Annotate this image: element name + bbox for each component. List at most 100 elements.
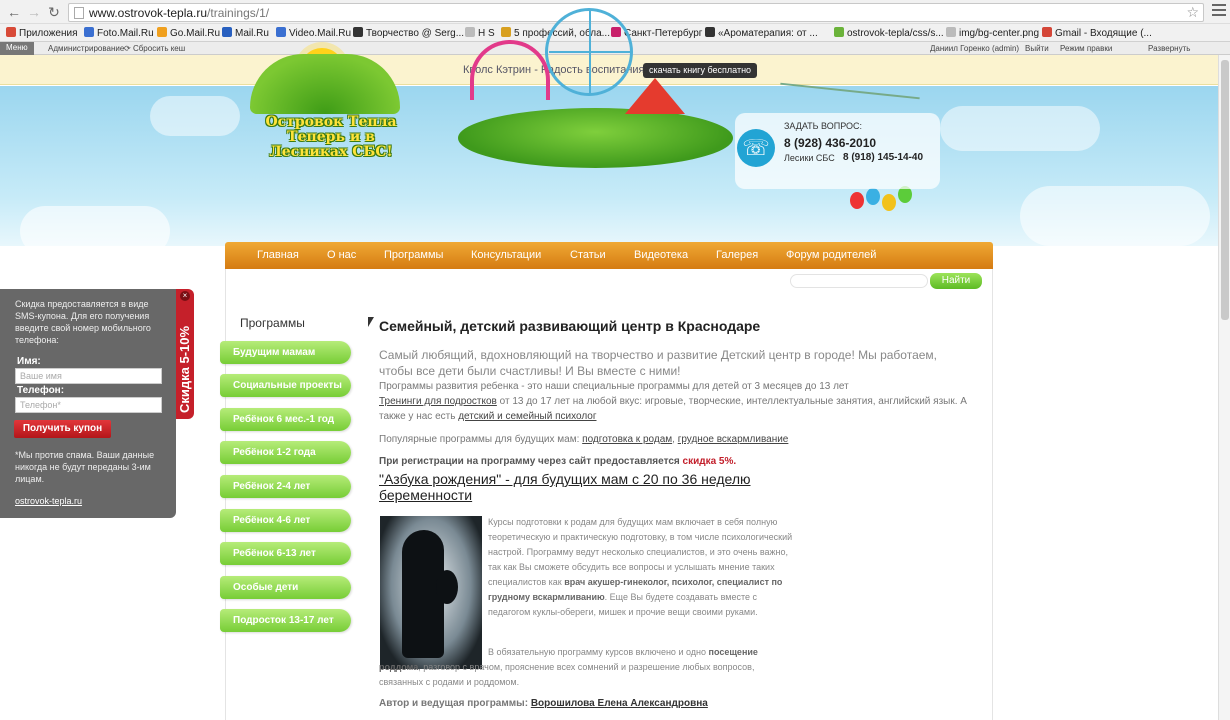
get-coupon-button[interactable]: Получить купон	[14, 420, 111, 438]
bookmark-star-icon[interactable]: ☆	[1186, 4, 1199, 21]
bookmark-favicon-icon	[157, 27, 167, 37]
address-bar[interactable]: www.ostrovok-tepla.ru/trainings/1/ ☆	[68, 3, 1204, 22]
bookmark-item[interactable]: Gmail - Входящие (...	[1042, 27, 1152, 39]
expand-link[interactable]: Развернуть	[1148, 44, 1190, 53]
psychologist-link[interactable]: детский и семейный психолог	[458, 411, 596, 422]
mouse-cursor-icon	[368, 317, 374, 327]
nav-video[interactable]: Видеотека	[634, 249, 688, 261]
page-scrollbar[interactable]	[1218, 55, 1230, 720]
nav-programs[interactable]: Программы	[384, 249, 443, 261]
amusement-park-illustration	[458, 108, 733, 168]
bookmark-favicon-icon	[946, 27, 956, 37]
url-text: www.ostrovok-tepla.ru/trainings/1/	[89, 6, 270, 20]
author-link[interactable]: Ворошилова Елена Александровна	[531, 698, 708, 709]
phone-input[interactable]: Телефон*	[15, 397, 162, 413]
discount-tab-label: Скидка 5-10%	[177, 325, 192, 413]
cloud	[20, 206, 170, 246]
sidebar-item-teens[interactable]: Подросток 13-17 лет	[220, 609, 351, 632]
balloon-icon	[882, 194, 896, 211]
cloud	[150, 96, 240, 136]
reset-cache-label: Сбросить кеш	[132, 44, 186, 53]
back-arrow-icon[interactable]: ←	[6, 4, 22, 20]
nav-articles[interactable]: Статьи	[570, 249, 606, 261]
browser-menu-icon[interactable]	[1212, 4, 1226, 18]
bookmark-label: Приложения	[19, 28, 78, 39]
balloon-icon	[866, 188, 880, 205]
sidebar-item-special-kids[interactable]: Особые дети	[220, 576, 351, 599]
pregnant-silhouette-icon	[402, 530, 458, 658]
birth-prep-link[interactable]: подготовка к родам	[582, 434, 672, 445]
bookmark-favicon-icon	[6, 27, 16, 37]
bookmark-label: H S	[478, 28, 495, 39]
sidebar-item-6m-1y[interactable]: Ребёнок 6 мес.-1 год	[220, 408, 351, 431]
download-book-button[interactable]: скачать книгу бесплатно	[643, 63, 758, 78]
admin-user-name: Даниил Горенко (admin)	[930, 44, 1020, 53]
bookmark-item[interactable]: img/bg-center.png	[946, 27, 1039, 39]
search-input[interactable]	[790, 274, 928, 288]
bookmark-item[interactable]: Mail.Ru	[222, 27, 269, 39]
sms-description: Скидка предоставляется в виде SMS-купона…	[15, 299, 151, 345]
logo-hill-icon	[250, 54, 400, 114]
nav-home[interactable]: Главная	[257, 249, 299, 261]
nav-consultations[interactable]: Консультации	[471, 249, 541, 261]
teen-trainings-paragraph: Тренинги для подростков от 13 до 17 лет …	[379, 394, 969, 424]
bookmark-favicon-icon	[84, 27, 94, 37]
programs-title: Программы	[240, 316, 305, 330]
bookmark-favicon-icon	[1042, 27, 1052, 37]
bookmark-label: Санкт-Петербург	[624, 28, 703, 39]
logout-link[interactable]: Выйти	[1025, 44, 1049, 53]
nav-about[interactable]: О нас	[327, 249, 356, 261]
course-title-link[interactable]: "Азбука рождения" - для будущих мам с 20…	[379, 471, 799, 503]
lead-paragraph: Самый любящий, вдохновляющий на творчест…	[379, 348, 937, 378]
bookmark-favicon-icon	[222, 27, 232, 37]
refresh-icon: ⟳	[124, 44, 133, 53]
ferris-wheel-icon	[545, 8, 633, 96]
cloud	[940, 106, 1100, 151]
page-title: Семейный, детский развивающий центр в Кр…	[379, 318, 761, 334]
bookmark-item[interactable]: Go.Mail.Ru	[157, 27, 220, 39]
admin-menu-button[interactable]: Меню	[0, 42, 34, 55]
sidebar-item-4-6y[interactable]: Ребёнок 4-6 лет	[220, 509, 351, 532]
bookmark-label: Gmail - Входящие (...	[1055, 28, 1152, 39]
name-input[interactable]: Ваше имя	[15, 368, 162, 384]
page-icon	[74, 7, 84, 19]
teen-trainings-link[interactable]: Тренинги для подростков	[379, 396, 497, 407]
site-link[interactable]: ostrovok-tepla.ru	[15, 496, 82, 506]
reset-cache-link[interactable]: ⟳ Сбросить кеш	[124, 44, 185, 53]
site-logo[interactable]: Островок Тепла Теперь и в Лесниках СБС!	[246, 115, 416, 160]
reload-icon[interactable]: ↻	[46, 4, 62, 20]
branch-label: Лесики СБС	[784, 153, 835, 163]
course-more-part: , разговор с врачом, прояснение всех сом…	[379, 662, 755, 687]
course-description: Курсы подготовки к родам для будущих мам…	[488, 515, 798, 620]
sidebar-item-social-projects[interactable]: Социальные проекты	[220, 374, 351, 397]
discount-value: скидка 5%.	[682, 456, 737, 467]
search-button[interactable]: Найти	[930, 273, 982, 289]
bookmark-item[interactable]: H S	[465, 27, 495, 39]
bookmark-item[interactable]: Творчество @ Serg...	[353, 27, 464, 39]
nav-gallery[interactable]: Галерея	[716, 249, 758, 261]
admin-link[interactable]: Администрирование	[48, 44, 124, 53]
nav-forum[interactable]: Форум родителей	[786, 249, 876, 261]
breastfeeding-link[interactable]: грудное вскармливание	[678, 434, 789, 445]
bookmark-label: Творчество @ Serg...	[366, 28, 465, 39]
bookmark-item[interactable]: Приложения	[6, 27, 78, 39]
bookmark-item[interactable]: Video.Mail.Ru	[276, 27, 351, 39]
sidebar-item-6-13y[interactable]: Ребёнок 6-13 лет	[220, 542, 351, 565]
edit-mode-toggle[interactable]: Режим правки	[1060, 44, 1112, 53]
bookmark-favicon-icon	[705, 27, 715, 37]
bookmark-label: Video.Mail.Ru	[289, 28, 352, 39]
close-icon[interactable]: ×	[180, 291, 190, 301]
sidebar-item-future-moms[interactable]: Будущим мамам	[220, 341, 351, 364]
course-more-part: В обязательную программу курсов включено…	[488, 647, 709, 657]
discount-notice-text: При регистрации на программу через сайт …	[379, 456, 683, 467]
bookmark-item[interactable]: ostrovok-tepla/css/s...	[834, 27, 944, 39]
bookmark-item[interactable]: Foto.Mail.Ru	[84, 27, 154, 39]
branch-phone-number: 8 (918) 145-14-40	[843, 152, 924, 163]
bookmark-favicon-icon	[501, 27, 511, 37]
bookmark-label: Go.Mail.Ru	[170, 28, 221, 39]
sidebar-item-2-4y[interactable]: Ребёнок 2-4 лет	[220, 475, 351, 498]
bookmark-item[interactable]: «Ароматерапия: от ...	[705, 27, 818, 39]
forward-arrow-icon[interactable]: →	[26, 4, 42, 20]
scrollbar-thumb[interactable]	[1221, 60, 1229, 320]
sidebar-item-1-2y[interactable]: Ребёнок 1-2 года	[220, 441, 351, 464]
